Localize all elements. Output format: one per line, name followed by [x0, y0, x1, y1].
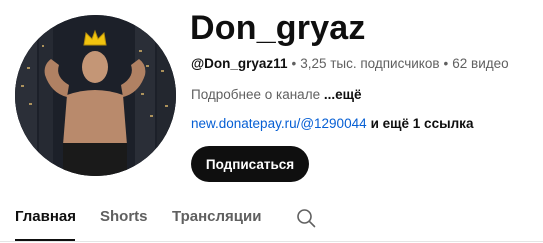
channel-avatar[interactable] [15, 15, 176, 176]
video-count: 62 видео [452, 56, 509, 71]
donate-link[interactable]: new.donatepay.ru/@1290044 [191, 116, 367, 131]
channel-links: new.donatepay.ru/@1290044 и ещё 1 ссылка [191, 115, 473, 133]
channel-about[interactable]: Подробнее о канале ...ещё [191, 86, 362, 104]
subscribe-button[interactable]: Подписаться [191, 146, 309, 182]
channel-meta: @Don_gryaz11 • 3,25 тыс. подписчиков • 62 ви… [191, 55, 509, 73]
channel-tabs: Главная Shorts Трансляции [0, 196, 543, 243]
about-text: Подробнее о канале [191, 87, 324, 102]
subscriber-count: 3,25 тыс. подписчиков [300, 56, 440, 71]
channel-title: Don_gryaz [190, 9, 366, 47]
channel-handle: @Don_gryaz11 [191, 56, 288, 71]
more-links[interactable]: и ещё 1 ссылка [371, 116, 474, 131]
tabs-divider [0, 241, 543, 242]
crown-icon [83, 29, 107, 46]
tab-live[interactable]: Трансляции [172, 207, 261, 227]
about-more-link[interactable]: ...ещё [324, 87, 362, 102]
search-icon[interactable] [296, 208, 316, 228]
tab-home[interactable]: Главная [15, 207, 76, 227]
meta-separator: • [443, 56, 449, 71]
tab-shorts[interactable]: Shorts [100, 207, 148, 227]
meta-separator: • [291, 56, 297, 71]
